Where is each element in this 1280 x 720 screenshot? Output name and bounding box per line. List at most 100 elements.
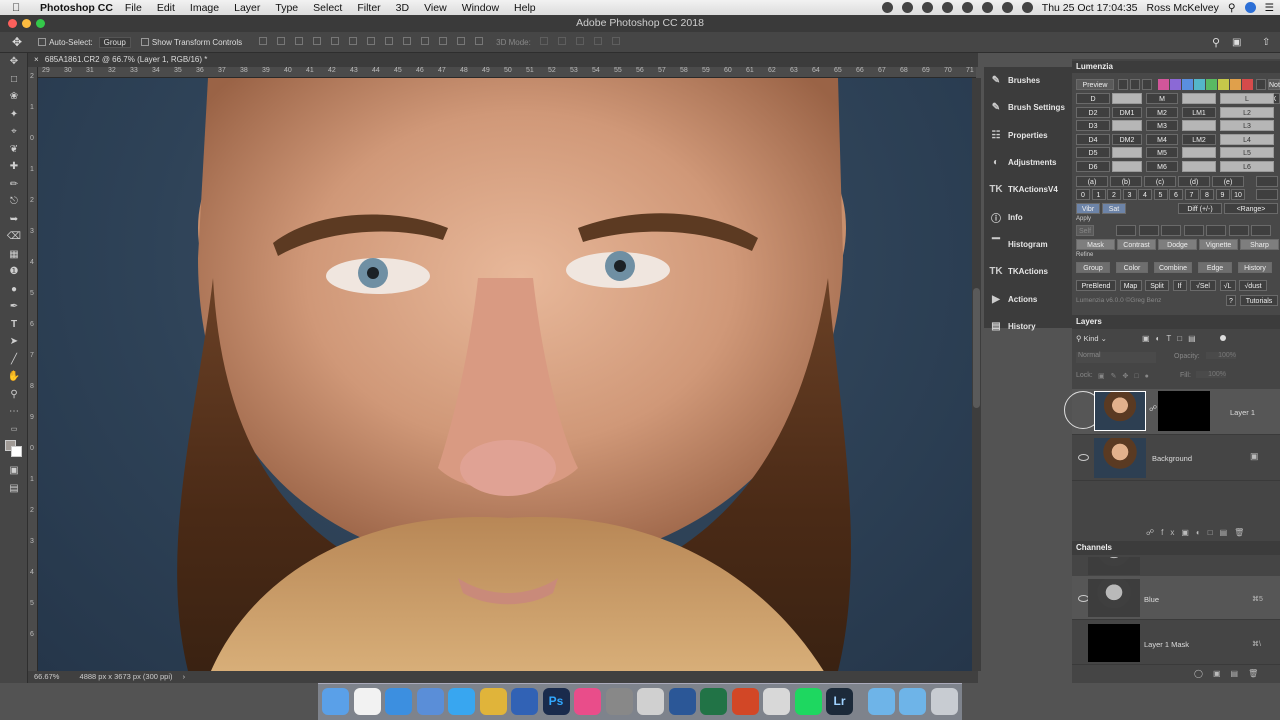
eraser-tool-icon[interactable]: ⌫: [0, 228, 28, 246]
menu-layer[interactable]: Layer: [234, 2, 260, 14]
distribute-left-icon[interactable]: [421, 37, 430, 45]
transform-controls-checkbox[interactable]: [140, 38, 149, 46]
app-store-icon[interactable]: [448, 688, 475, 715]
new-channel-icon[interactable]: ▤: [1231, 669, 1249, 678]
lumenzia-zone-m4[interactable]: M4: [1146, 133, 1178, 145]
panel-tkactions[interactable]: TK TKActions: [984, 258, 1072, 285]
color-swatch-button[interactable]: [1170, 79, 1181, 90]
lumenzia-action-button-1[interactable]: Map: [1119, 280, 1142, 291]
lumenzia-icon-button-mk[interactable]: [1206, 225, 1226, 236]
delete-channel-icon[interactable]: 🗑: [1248, 669, 1268, 678]
lumenzia-vibr-button[interactable]: Vibr: [1076, 203, 1100, 214]
paintbrush-icon[interactable]: [637, 688, 664, 715]
powerpoint-icon[interactable]: [731, 688, 759, 715]
lock-icons[interactable]: ▣✎✥□●: [1098, 372, 1155, 380]
applications-folder-icon[interactable]: [899, 688, 926, 715]
lumenzia-blank-cell[interactable]: [1112, 160, 1142, 172]
auto-align-icon[interactable]: [475, 37, 484, 45]
scroll-thumb[interactable]: [973, 288, 980, 408]
default-colors-icon[interactable]: ▭: [0, 421, 28, 439]
lumenzia-vignette-button[interactable]: Vignette: [1199, 239, 1238, 250]
path-selection-tool-icon[interactable]: ➤: [0, 333, 28, 351]
panel-brushes[interactable]: ✎ Brushes: [984, 67, 1072, 94]
calendar-icon[interactable]: [353, 688, 381, 715]
filter-kind-dropdown[interactable]: ⚲ Kind ⌄: [1076, 334, 1107, 343]
layer-style-icon[interactable]: fx: [1161, 528, 1181, 537]
background-color-swatch[interactable]: [11, 446, 22, 457]
blur-tool-icon[interactable]: ❶: [0, 263, 28, 281]
panel-properties[interactable]: ☷ Properties: [984, 122, 1072, 149]
lumenzia-zone-d3[interactable]: D3: [1076, 120, 1110, 131]
align-hcenter-icon[interactable]: [331, 37, 340, 45]
lumenzia-number-6[interactable]: 6: [1169, 189, 1183, 200]
lumenzia-zone-m2[interactable]: M2: [1146, 106, 1178, 118]
blend-mode-dropdown[interactable]: Normal: [1076, 352, 1156, 363]
time-machine-icon[interactable]: [961, 2, 973, 13]
notification-center-icon[interactable]: ☰: [1265, 2, 1274, 14]
creative-cloud-icon[interactable]: [921, 2, 933, 13]
lumenzia-zone-l5[interactable]: L5: [1220, 147, 1274, 158]
lumenzia-star-button[interactable]: [1142, 79, 1152, 90]
3d-slide-icon[interactable]: [593, 37, 602, 45]
status-chevron-icon[interactable]: ›: [183, 672, 186, 681]
panel-info[interactable]: ⓘ Info: [984, 203, 1072, 230]
layer-mask-thumbnail[interactable]: [1158, 391, 1210, 431]
lumenzia-not-button[interactable]: Not: [1268, 79, 1280, 90]
healing-brush-tool-icon[interactable]: ✚: [0, 158, 28, 176]
trash-icon[interactable]: [930, 688, 958, 715]
spotlight-icon[interactable]: ⚲: [1228, 2, 1236, 14]
panel-actions[interactable]: ▶ Actions: [984, 285, 1072, 312]
lumenzia-add-button[interactable]: [1118, 79, 1128, 90]
lumenzia-dodge-button[interactable]: Dodge: [1158, 239, 1197, 250]
lumenzia-number-7[interactable]: 7: [1184, 189, 1199, 200]
workspace-icon[interactable]: ▣: [1232, 37, 1241, 48]
adjustment-layer-icon[interactable]: ◐: [1196, 528, 1208, 537]
zoom-tool-icon[interactable]: ⚲: [0, 386, 28, 404]
safari-icon[interactable]: [385, 688, 412, 715]
quick-mask-icon[interactable]: ▣: [0, 462, 28, 480]
menu-select[interactable]: Select: [313, 2, 342, 14]
auto-select-checkbox[interactable]: [38, 38, 47, 46]
lumenzia-zone-l4[interactable]: L4: [1220, 133, 1274, 145]
lumenzia-preset-4[interactable]: (e): [1212, 176, 1244, 187]
layer-filter-toggle[interactable]: [1220, 335, 1226, 341]
channel-name[interactable]: Layer 1 Mask: [1144, 640, 1189, 649]
mask-link-icon[interactable]: ☍: [1149, 404, 1157, 413]
layer-thumbnail[interactable]: [1094, 391, 1146, 431]
lumenzia-zone-m[interactable]: M: [1146, 93, 1178, 104]
lumenzia-number-2[interactable]: 2: [1107, 189, 1121, 200]
color-swatches[interactable]: [0, 438, 28, 462]
color-swatch-button[interactable]: [1218, 79, 1229, 90]
finder-icon[interactable]: [322, 688, 349, 715]
word-icon[interactable]: [668, 688, 696, 715]
panel-history[interactable]: ▤ History: [984, 313, 1072, 340]
lumenzia-action-button-4[interactable]: √Sel: [1190, 280, 1216, 291]
new-layer-icon[interactable]: ▤: [1220, 528, 1235, 537]
lumenzia-sharp-button[interactable]: Sharp: [1240, 239, 1279, 250]
align-left-icon[interactable]: [313, 37, 322, 45]
align-bottom-icon[interactable]: [295, 37, 304, 45]
spotify-icon[interactable]: [794, 688, 822, 715]
gradient-tool-icon[interactable]: ▦: [0, 246, 28, 264]
delete-layer-icon[interactable]: 🗑: [1234, 528, 1251, 537]
lumenzia-action-button-0[interactable]: PreBlend: [1076, 280, 1116, 291]
layer-row-background[interactable]: Background ▣: [1072, 435, 1280, 481]
lumenzia-subtract-button[interactable]: [1130, 79, 1140, 90]
menu-help[interactable]: Help: [514, 2, 536, 14]
3d-pan-icon[interactable]: [575, 37, 584, 45]
lumenzia-zone-m6[interactable]: M6: [1146, 160, 1178, 172]
distribute-vcenter-icon[interactable]: [385, 37, 394, 45]
lumenzia-action-button-5[interactable]: √L: [1219, 280, 1236, 291]
bluetooth-icon[interactable]: [981, 2, 993, 13]
apple-icon[interactable]: : [12, 2, 26, 14]
lightroom-icon[interactable]: Lr: [826, 688, 853, 715]
lumenzia-zone-l2[interactable]: L2: [1220, 106, 1274, 118]
crop-tool-icon[interactable]: ⌖: [0, 123, 28, 141]
menubar-user[interactable]: Ross McKelvey: [1147, 2, 1219, 14]
color-swatch-button[interactable]: [1230, 79, 1241, 90]
load-selection-icon[interactable]: ◯: [1194, 669, 1213, 678]
vertical-ruler[interactable]: 2 1 0 1 2 3 4 5 6 7 8 9 0 1 2 3 4 5 6: [28, 67, 38, 671]
lumenzia-number-3[interactable]: 3: [1122, 189, 1137, 200]
distribute-right-icon[interactable]: [457, 37, 466, 45]
align-top-icon[interactable]: [259, 37, 268, 45]
